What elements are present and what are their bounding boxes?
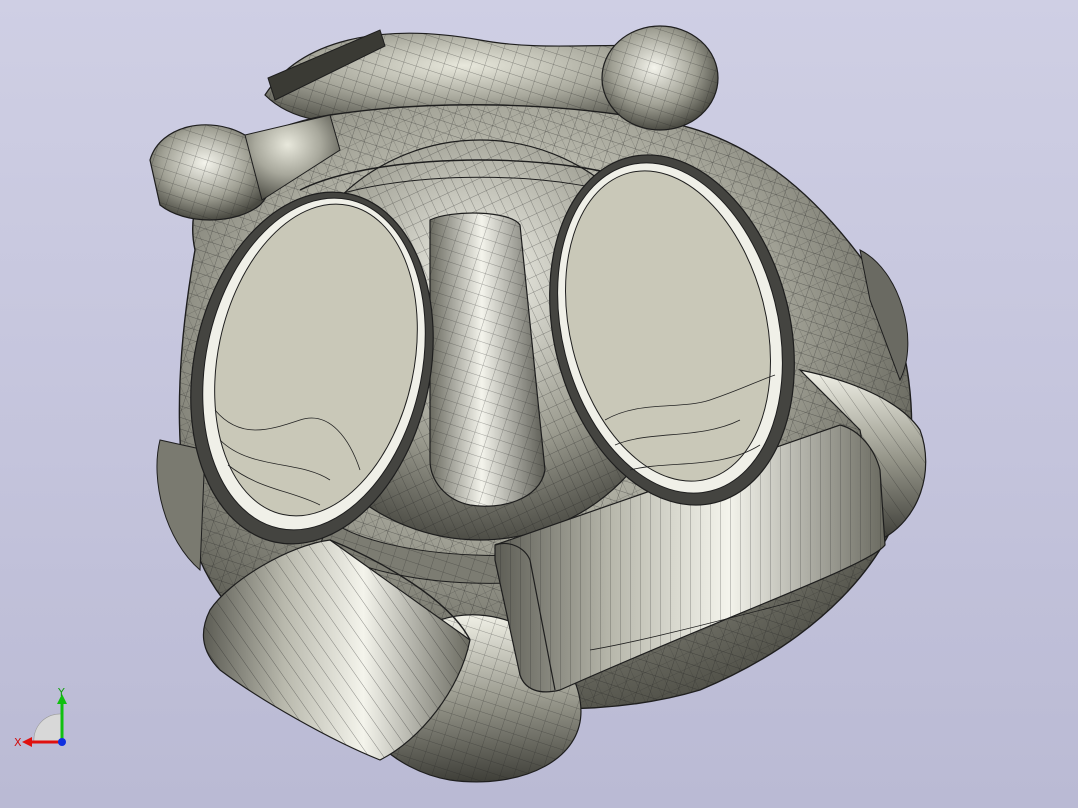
orientation-triad: Y X — [14, 686, 67, 749]
x-axis-head — [22, 737, 32, 747]
x-axis-label: X — [14, 736, 22, 749]
right-harness-knob — [601, 25, 719, 131]
3d-viewport[interactable]: Y X — [0, 0, 1078, 808]
respirator-model[interactable] — [0, 0, 1078, 808]
y-axis-label: Y — [57, 686, 65, 699]
z-axis-dot — [58, 738, 66, 746]
